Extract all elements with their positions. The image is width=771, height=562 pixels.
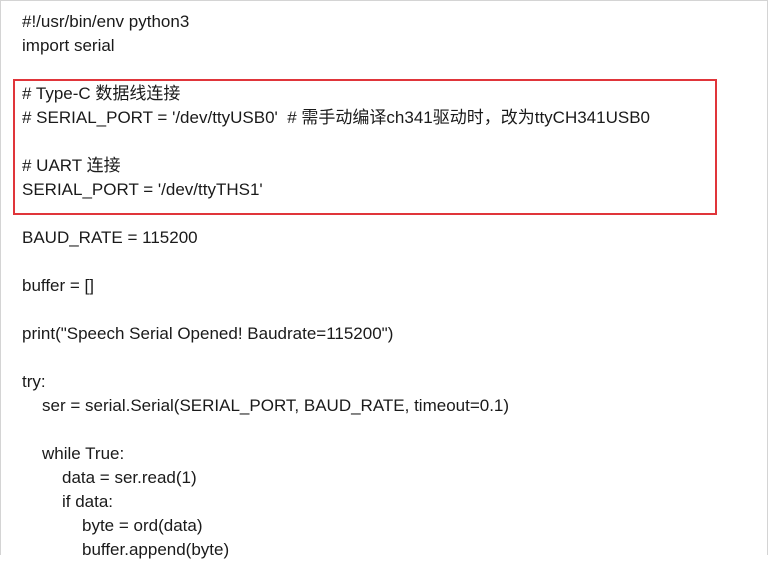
code-line: #!/usr/bin/env python3 [22, 12, 190, 31]
code-line: buffer = [] [22, 276, 94, 295]
code-line: # SERIAL_PORT = '/dev/ttyUSB0' # 需手动编译ch… [22, 108, 651, 127]
code-line: byte = ord(data) [82, 516, 203, 535]
code-line: # UART 连接 [22, 156, 121, 175]
code-block: #!/usr/bin/env python3 import serial # Typ… [22, 10, 650, 562]
code-line: while True: [42, 444, 125, 463]
code-line: # Type-C 数据线连接 [22, 84, 181, 103]
code-line: if data: [62, 492, 114, 511]
code-line: import serial [22, 36, 115, 55]
code-line: print("Speech Serial Opened! Baudrate=11… [22, 324, 394, 343]
code-line: data = ser.read(1) [62, 468, 197, 487]
code-line: ser = serial.Serial(SERIAL_PORT, BAUD_RA… [42, 396, 510, 415]
code-line: SERIAL_PORT = '/dev/ttyTHS1' [22, 180, 263, 199]
code-line: buffer.append(byte) [82, 540, 230, 559]
code-line: try: [22, 372, 46, 391]
code-line: BAUD_RATE = 115200 [22, 228, 198, 247]
code-panel: #!/usr/bin/env python3 import serial # Typ… [0, 0, 768, 559]
